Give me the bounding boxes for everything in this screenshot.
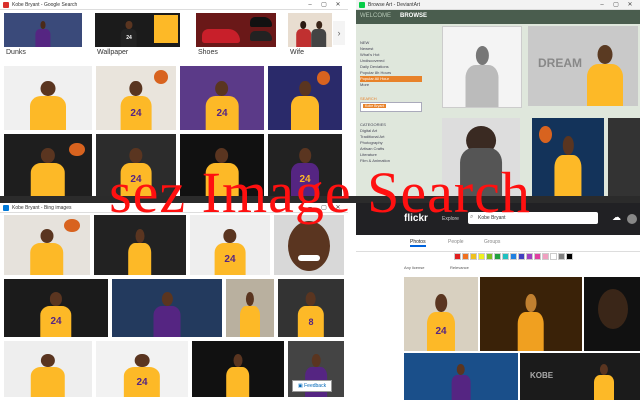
close-icon[interactable]: ✕ bbox=[623, 1, 637, 8]
category-wife[interactable] bbox=[288, 13, 332, 47]
feedback-label: Feedback bbox=[304, 383, 327, 389]
search-tag[interactable]: Kobe Bryant bbox=[363, 104, 387, 108]
image-result[interactable] bbox=[268, 66, 342, 130]
color-swatch[interactable] bbox=[526, 253, 533, 260]
color-swatch[interactable] bbox=[486, 253, 493, 260]
bing-images-window: Kobe Bryant - Bing images – ▢ ✕ 24 24 8 … bbox=[0, 203, 348, 400]
artwork-thumb[interactable]: DREAM bbox=[528, 26, 638, 106]
search-field[interactable]: Kobe Bryant bbox=[360, 102, 422, 112]
chat-icon: ▣ bbox=[298, 383, 303, 389]
category-wallpaper[interactable]: 24 bbox=[95, 13, 180, 47]
category-label[interactable]: Wallpaper bbox=[97, 49, 128, 56]
image-result[interactable]: 24 bbox=[4, 279, 108, 337]
artwork-thumb[interactable] bbox=[442, 26, 522, 108]
category-strip: Dunks 24 Wallpaper Shoes Wife › bbox=[0, 11, 348, 59]
color-swatch[interactable] bbox=[558, 253, 565, 260]
feedback-button[interactable]: ▣ Feedback bbox=[292, 380, 333, 392]
category-label[interactable]: Shoes bbox=[198, 49, 218, 56]
tab-groups[interactable]: Groups bbox=[484, 239, 500, 245]
color-swatch[interactable] bbox=[566, 253, 573, 260]
window-title: Kobe Bryant - Google Search bbox=[12, 1, 78, 8]
app-logo-icon bbox=[3, 1, 9, 8]
maximize-icon[interactable]: ▢ bbox=[317, 1, 331, 8]
color-swatch[interactable] bbox=[470, 253, 477, 260]
minimize-icon[interactable]: – bbox=[595, 2, 609, 8]
photo-result[interactable]: KOBE bbox=[520, 353, 640, 400]
image-result[interactable]: 24 bbox=[96, 66, 176, 130]
image-result[interactable] bbox=[4, 215, 90, 275]
image-result[interactable] bbox=[112, 279, 222, 337]
category-dunks[interactable] bbox=[4, 13, 82, 47]
category-shoes[interactable] bbox=[196, 13, 276, 47]
image-result[interactable] bbox=[192, 341, 284, 397]
tab-browse[interactable]: BROWSE bbox=[400, 13, 427, 19]
minimize-icon[interactable]: – bbox=[303, 2, 317, 8]
photo-result[interactable] bbox=[584, 277, 640, 351]
window-title: Browse Art - DeviantArt bbox=[368, 1, 420, 8]
promo-overlay-title: sez Image Search bbox=[109, 160, 531, 225]
license-filter[interactable]: Any license bbox=[404, 265, 424, 270]
deviantart-window-titlebar[interactable]: Browse Art - DeviantArt – ▢ ✕ bbox=[356, 0, 640, 10]
flickr-window: flickr Explore ⌕ Kobe Bryant ☁ Photos Pe… bbox=[356, 203, 640, 400]
tab-welcome[interactable]: WELCOME bbox=[360, 13, 391, 19]
result-tabs: Photos People Groups bbox=[356, 235, 640, 252]
image-result[interactable] bbox=[4, 341, 92, 397]
color-swatch[interactable] bbox=[462, 253, 469, 260]
google-window-titlebar[interactable]: Kobe Bryant - Google Search – ▢ ✕ bbox=[0, 0, 348, 10]
color-swatch[interactable] bbox=[542, 253, 549, 260]
color-swatch[interactable] bbox=[494, 253, 501, 260]
photo-result[interactable] bbox=[480, 277, 582, 351]
sort-filter[interactable]: Relevance bbox=[450, 265, 469, 270]
color-swatch[interactable] bbox=[518, 253, 525, 260]
image-result[interactable]: 8 bbox=[278, 279, 344, 337]
deviantart-header: WELCOME BROWSE bbox=[356, 10, 640, 24]
app-logo-icon bbox=[359, 1, 365, 8]
tab-people[interactable]: People bbox=[448, 239, 464, 245]
image-result[interactable] bbox=[226, 279, 274, 337]
color-swatch[interactable] bbox=[454, 253, 461, 260]
image-result[interactable] bbox=[4, 66, 92, 130]
color-swatch[interactable] bbox=[478, 253, 485, 260]
color-swatch[interactable] bbox=[550, 253, 557, 260]
chevron-right-icon: › bbox=[337, 28, 341, 38]
image-result[interactable]: 24 bbox=[96, 341, 188, 397]
color-swatch[interactable] bbox=[534, 253, 541, 260]
category-label[interactable]: Dunks bbox=[6, 49, 26, 56]
photo-result[interactable] bbox=[404, 353, 518, 400]
filter-bar: Any license Relevance bbox=[356, 265, 640, 273]
category-label[interactable]: Wife bbox=[290, 49, 304, 56]
next-categories-button[interactable]: › bbox=[333, 21, 345, 45]
color-swatch[interactable] bbox=[510, 253, 517, 260]
color-filter bbox=[454, 253, 574, 260]
sidebar-item-more[interactable]: More bbox=[360, 82, 422, 88]
color-swatch[interactable] bbox=[502, 253, 509, 260]
maximize-icon[interactable]: ▢ bbox=[609, 1, 623, 8]
image-result[interactable]: 24 bbox=[180, 66, 264, 130]
close-icon[interactable]: ✕ bbox=[331, 1, 345, 8]
tab-photos[interactable]: Photos bbox=[410, 239, 426, 247]
photo-result[interactable]: 24 bbox=[404, 277, 478, 351]
